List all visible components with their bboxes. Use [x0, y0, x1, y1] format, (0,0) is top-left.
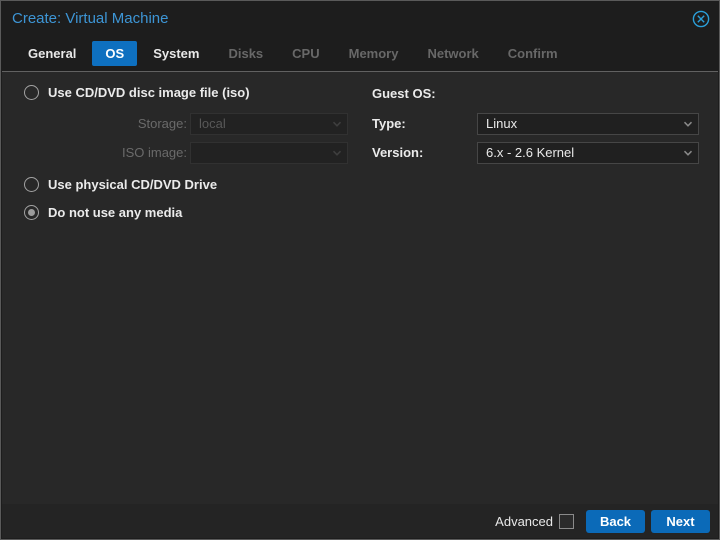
advanced-checkbox[interactable] — [559, 513, 574, 529]
guest-os-version-label: Version: — [372, 145, 424, 160]
radio-use-iso-label[interactable]: Use CD/DVD disc image file (iso) — [48, 85, 250, 100]
tab-confirm: Confirm — [507, 46, 558, 61]
dialog-titlebar: Create: Virtual Machine — [2, 2, 718, 36]
back-button[interactable]: Back — [586, 509, 645, 533]
os-tab-panel: Use CD/DVD disc image file (iso) Storage… — [2, 71, 718, 505]
tab-general[interactable]: General — [15, 41, 89, 66]
guest-os-version-value: 6.x - 2.6 Kernel — [486, 145, 575, 160]
dialog-title: Create: Virtual Machine — [12, 10, 169, 27]
radio-no-media[interactable] — [24, 205, 39, 220]
next-button[interactable]: Next — [651, 509, 710, 533]
guest-os-heading: Guest OS: — [372, 86, 436, 101]
guest-os-type-row: Type: Linux — [2, 113, 720, 135]
radio-row-no-media: Do not use any media — [24, 205, 182, 220]
advanced-checkbox-label[interactable]: Advanced — [495, 514, 553, 529]
tab-disks: Disks — [228, 46, 264, 61]
tab-cpu: CPU — [292, 46, 320, 61]
tab-network: Network — [427, 46, 479, 61]
guest-os-type-value: Linux — [486, 116, 518, 131]
tab-os[interactable]: OS — [92, 41, 138, 66]
guest-os-version-combobox[interactable]: 6.x - 2.6 Kernel — [477, 142, 699, 164]
radio-use-physical-drive[interactable] — [24, 177, 39, 192]
radio-row-physical: Use physical CD/DVD Drive — [24, 177, 217, 192]
chevron-down-icon[interactable] — [678, 147, 698, 159]
chevron-down-icon[interactable] — [678, 118, 698, 130]
guest-os-type-combobox[interactable]: Linux — [477, 113, 699, 135]
radio-use-iso[interactable] — [24, 85, 39, 100]
radio-use-physical-drive-label[interactable]: Use physical CD/DVD Drive — [48, 177, 217, 192]
close-icon[interactable] — [692, 10, 710, 28]
tab-memory: Memory — [348, 46, 399, 61]
create-vm-dialog: Create: Virtual Machine General OS Syste… — [0, 0, 720, 540]
guest-os-type-label: Type: — [372, 116, 406, 131]
radio-no-media-label[interactable]: Do not use any media — [48, 205, 182, 220]
tab-system[interactable]: System — [140, 41, 212, 66]
dialog-footer: Advanced Back Next — [2, 504, 718, 538]
radio-row-iso: Use CD/DVD disc image file (iso) — [24, 85, 250, 100]
guest-os-version-row: Version: 6.x - 2.6 Kernel — [2, 142, 720, 164]
wizard-tabbar: General OS System Disks CPU Memory Netwo… — [2, 36, 718, 71]
